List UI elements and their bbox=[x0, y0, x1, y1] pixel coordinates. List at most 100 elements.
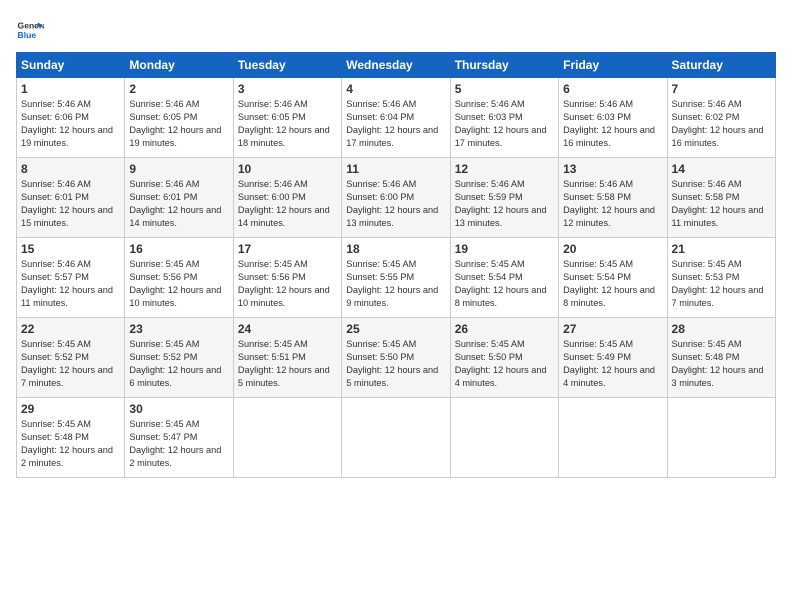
day-info: Sunrise: 5:46 AMSunset: 5:59 PMDaylight:… bbox=[455, 179, 547, 228]
day-info: Sunrise: 5:45 AMSunset: 5:47 PMDaylight:… bbox=[129, 419, 221, 468]
logo: General Blue bbox=[16, 16, 44, 44]
calendar-day: 30 Sunrise: 5:45 AMSunset: 5:47 PMDaylig… bbox=[125, 398, 233, 478]
calendar-day: 22 Sunrise: 5:45 AMSunset: 5:52 PMDaylig… bbox=[17, 318, 125, 398]
day-number: 6 bbox=[563, 82, 662, 96]
calendar-day: 25 Sunrise: 5:45 AMSunset: 5:50 PMDaylig… bbox=[342, 318, 450, 398]
day-info: Sunrise: 5:45 AMSunset: 5:50 PMDaylight:… bbox=[455, 339, 547, 388]
calendar-day: 10 Sunrise: 5:46 AMSunset: 6:00 PMDaylig… bbox=[233, 158, 341, 238]
weekday-header: Monday bbox=[125, 53, 233, 78]
day-info: Sunrise: 5:46 AMSunset: 6:03 PMDaylight:… bbox=[563, 99, 655, 148]
calendar-day: 8 Sunrise: 5:46 AMSunset: 6:01 PMDayligh… bbox=[17, 158, 125, 238]
page-header: General Blue bbox=[16, 16, 776, 44]
calendar-week-row: 29 Sunrise: 5:45 AMSunset: 5:48 PMDaylig… bbox=[17, 398, 776, 478]
calendar-week-row: 8 Sunrise: 5:46 AMSunset: 6:01 PMDayligh… bbox=[17, 158, 776, 238]
calendar-day: 21 Sunrise: 5:45 AMSunset: 5:53 PMDaylig… bbox=[667, 238, 775, 318]
day-info: Sunrise: 5:46 AMSunset: 5:58 PMDaylight:… bbox=[672, 179, 764, 228]
calendar-day: 14 Sunrise: 5:46 AMSunset: 5:58 PMDaylig… bbox=[667, 158, 775, 238]
day-info: Sunrise: 5:46 AMSunset: 6:01 PMDaylight:… bbox=[129, 179, 221, 228]
day-number: 16 bbox=[129, 242, 228, 256]
day-info: Sunrise: 5:45 AMSunset: 5:55 PMDaylight:… bbox=[346, 259, 438, 308]
calendar-day: 27 Sunrise: 5:45 AMSunset: 5:49 PMDaylig… bbox=[559, 318, 667, 398]
calendar-day: 13 Sunrise: 5:46 AMSunset: 5:58 PMDaylig… bbox=[559, 158, 667, 238]
day-number: 22 bbox=[21, 322, 120, 336]
day-info: Sunrise: 5:45 AMSunset: 5:50 PMDaylight:… bbox=[346, 339, 438, 388]
calendar-day bbox=[342, 398, 450, 478]
weekday-header: Thursday bbox=[450, 53, 558, 78]
day-number: 14 bbox=[672, 162, 771, 176]
day-info: Sunrise: 5:46 AMSunset: 6:06 PMDaylight:… bbox=[21, 99, 113, 148]
day-number: 27 bbox=[563, 322, 662, 336]
calendar-day bbox=[667, 398, 775, 478]
calendar-day: 1 Sunrise: 5:46 AMSunset: 6:06 PMDayligh… bbox=[17, 78, 125, 158]
day-info: Sunrise: 5:45 AMSunset: 5:48 PMDaylight:… bbox=[21, 419, 113, 468]
day-info: Sunrise: 5:45 AMSunset: 5:54 PMDaylight:… bbox=[455, 259, 547, 308]
day-info: Sunrise: 5:46 AMSunset: 6:00 PMDaylight:… bbox=[346, 179, 438, 228]
day-info: Sunrise: 5:46 AMSunset: 6:01 PMDaylight:… bbox=[21, 179, 113, 228]
day-number: 28 bbox=[672, 322, 771, 336]
day-info: Sunrise: 5:45 AMSunset: 5:56 PMDaylight:… bbox=[238, 259, 330, 308]
day-number: 25 bbox=[346, 322, 445, 336]
calendar-week-row: 22 Sunrise: 5:45 AMSunset: 5:52 PMDaylig… bbox=[17, 318, 776, 398]
calendar-day: 9 Sunrise: 5:46 AMSunset: 6:01 PMDayligh… bbox=[125, 158, 233, 238]
calendar-day: 6 Sunrise: 5:46 AMSunset: 6:03 PMDayligh… bbox=[559, 78, 667, 158]
calendar-body: 1 Sunrise: 5:46 AMSunset: 6:06 PMDayligh… bbox=[17, 78, 776, 478]
day-number: 7 bbox=[672, 82, 771, 96]
calendar-day bbox=[559, 398, 667, 478]
calendar-day: 20 Sunrise: 5:45 AMSunset: 5:54 PMDaylig… bbox=[559, 238, 667, 318]
day-info: Sunrise: 5:46 AMSunset: 6:00 PMDaylight:… bbox=[238, 179, 330, 228]
weekday-header: Saturday bbox=[667, 53, 775, 78]
day-info: Sunrise: 5:45 AMSunset: 5:48 PMDaylight:… bbox=[672, 339, 764, 388]
day-info: Sunrise: 5:45 AMSunset: 5:51 PMDaylight:… bbox=[238, 339, 330, 388]
calendar-header-row: SundayMondayTuesdayWednesdayThursdayFrid… bbox=[17, 53, 776, 78]
day-number: 8 bbox=[21, 162, 120, 176]
weekday-header: Tuesday bbox=[233, 53, 341, 78]
day-info: Sunrise: 5:45 AMSunset: 5:54 PMDaylight:… bbox=[563, 259, 655, 308]
weekday-header: Wednesday bbox=[342, 53, 450, 78]
day-number: 15 bbox=[21, 242, 120, 256]
day-info: Sunrise: 5:46 AMSunset: 6:04 PMDaylight:… bbox=[346, 99, 438, 148]
logo-icon: General Blue bbox=[16, 16, 44, 44]
day-number: 23 bbox=[129, 322, 228, 336]
day-info: Sunrise: 5:46 AMSunset: 5:57 PMDaylight:… bbox=[21, 259, 113, 308]
day-info: Sunrise: 5:46 AMSunset: 6:05 PMDaylight:… bbox=[238, 99, 330, 148]
day-number: 17 bbox=[238, 242, 337, 256]
calendar-day: 12 Sunrise: 5:46 AMSunset: 5:59 PMDaylig… bbox=[450, 158, 558, 238]
calendar-day bbox=[233, 398, 341, 478]
day-info: Sunrise: 5:45 AMSunset: 5:52 PMDaylight:… bbox=[129, 339, 221, 388]
day-info: Sunrise: 5:46 AMSunset: 5:58 PMDaylight:… bbox=[563, 179, 655, 228]
day-info: Sunrise: 5:46 AMSunset: 6:05 PMDaylight:… bbox=[129, 99, 221, 148]
calendar-day: 28 Sunrise: 5:45 AMSunset: 5:48 PMDaylig… bbox=[667, 318, 775, 398]
day-number: 9 bbox=[129, 162, 228, 176]
calendar-week-row: 15 Sunrise: 5:46 AMSunset: 5:57 PMDaylig… bbox=[17, 238, 776, 318]
day-number: 13 bbox=[563, 162, 662, 176]
calendar-day: 16 Sunrise: 5:45 AMSunset: 5:56 PMDaylig… bbox=[125, 238, 233, 318]
day-number: 2 bbox=[129, 82, 228, 96]
day-number: 21 bbox=[672, 242, 771, 256]
day-info: Sunrise: 5:45 AMSunset: 5:52 PMDaylight:… bbox=[21, 339, 113, 388]
day-number: 19 bbox=[455, 242, 554, 256]
calendar-day: 18 Sunrise: 5:45 AMSunset: 5:55 PMDaylig… bbox=[342, 238, 450, 318]
calendar-day: 11 Sunrise: 5:46 AMSunset: 6:00 PMDaylig… bbox=[342, 158, 450, 238]
calendar-table: SundayMondayTuesdayWednesdayThursdayFrid… bbox=[16, 52, 776, 478]
day-number: 29 bbox=[21, 402, 120, 416]
calendar-day: 4 Sunrise: 5:46 AMSunset: 6:04 PMDayligh… bbox=[342, 78, 450, 158]
calendar-day: 29 Sunrise: 5:45 AMSunset: 5:48 PMDaylig… bbox=[17, 398, 125, 478]
day-number: 11 bbox=[346, 162, 445, 176]
day-number: 1 bbox=[21, 82, 120, 96]
calendar-day bbox=[450, 398, 558, 478]
calendar-day: 19 Sunrise: 5:45 AMSunset: 5:54 PMDaylig… bbox=[450, 238, 558, 318]
day-number: 12 bbox=[455, 162, 554, 176]
calendar-day: 5 Sunrise: 5:46 AMSunset: 6:03 PMDayligh… bbox=[450, 78, 558, 158]
calendar-day: 3 Sunrise: 5:46 AMSunset: 6:05 PMDayligh… bbox=[233, 78, 341, 158]
day-info: Sunrise: 5:45 AMSunset: 5:49 PMDaylight:… bbox=[563, 339, 655, 388]
svg-text:Blue: Blue bbox=[18, 30, 37, 40]
day-info: Sunrise: 5:45 AMSunset: 5:53 PMDaylight:… bbox=[672, 259, 764, 308]
day-info: Sunrise: 5:46 AMSunset: 6:02 PMDaylight:… bbox=[672, 99, 764, 148]
calendar-day: 24 Sunrise: 5:45 AMSunset: 5:51 PMDaylig… bbox=[233, 318, 341, 398]
weekday-header: Sunday bbox=[17, 53, 125, 78]
calendar-day: 17 Sunrise: 5:45 AMSunset: 5:56 PMDaylig… bbox=[233, 238, 341, 318]
calendar-day: 26 Sunrise: 5:45 AMSunset: 5:50 PMDaylig… bbox=[450, 318, 558, 398]
day-number: 26 bbox=[455, 322, 554, 336]
day-number: 18 bbox=[346, 242, 445, 256]
day-number: 20 bbox=[563, 242, 662, 256]
